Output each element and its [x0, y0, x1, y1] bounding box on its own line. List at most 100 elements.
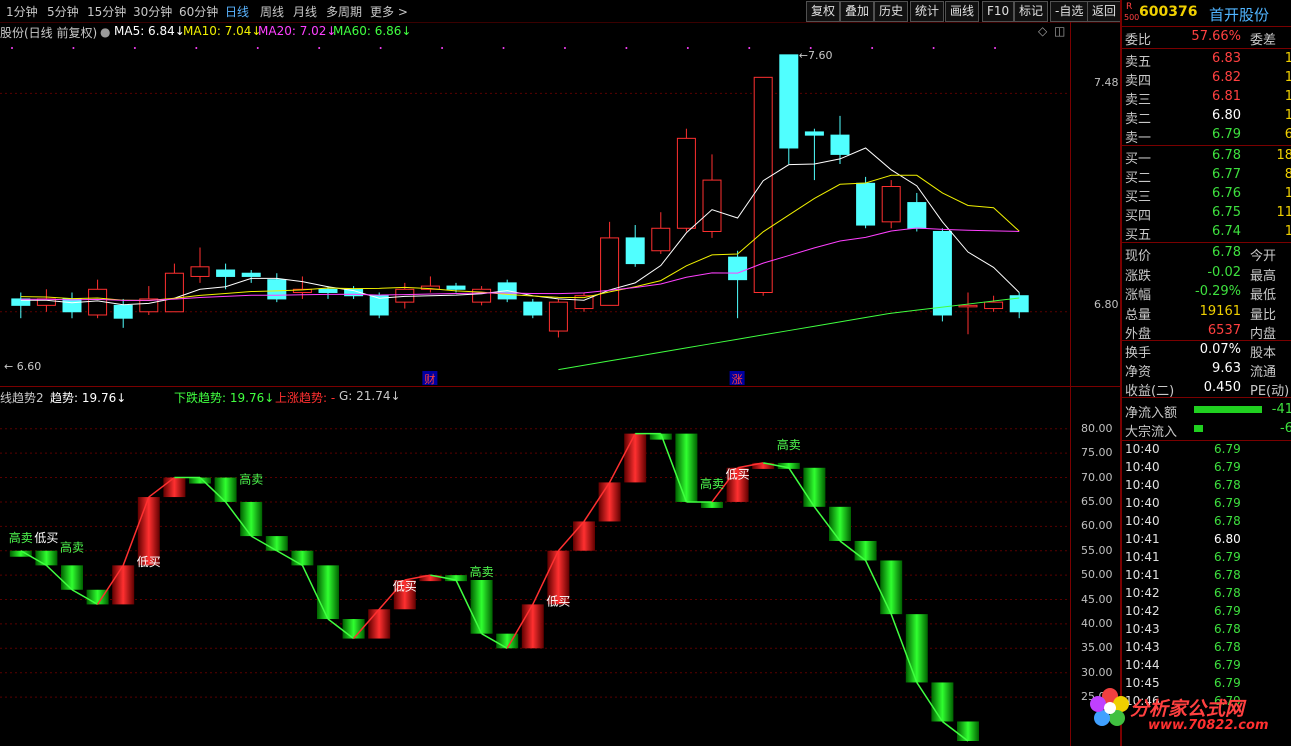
stat2-row[interactable]: 换手 0.07% 股本 — [1122, 341, 1291, 361]
bid-row[interactable]: 买二 6.77 8 — [1122, 166, 1291, 186]
trend-indicator-chart[interactable]: 高卖高卖高卖高卖高卖高卖低买低买低买低买低买 — [0, 405, 1070, 746]
bid-row[interactable]: 买一 6.78 18 — [1122, 147, 1291, 167]
candle[interactable] — [216, 263, 236, 290]
bid-row[interactable]: 买五 6.74 1 — [1122, 223, 1291, 243]
flow-bar — [1194, 425, 1203, 432]
candle[interactable] — [1009, 292, 1029, 319]
candle[interactable] — [702, 154, 722, 238]
candle[interactable] — [728, 250, 748, 319]
badge-bottom: 500 — [1124, 13, 1140, 22]
candle[interactable] — [190, 247, 210, 283]
candlestick-chart[interactable]: ←7.60 ← 6.60 财 涨 — [0, 40, 1070, 386]
sell-signal-label: 高卖 — [9, 530, 33, 545]
stock-name: 首开股份 — [1209, 6, 1270, 24]
period-1min[interactable]: 1分钟 — [6, 3, 38, 20]
candle[interactable] — [267, 273, 287, 303]
overlay-button[interactable]: 叠加 — [840, 1, 875, 22]
stat2-row[interactable]: 净资 9.63 流通 — [1122, 360, 1291, 380]
trend-bar — [829, 506, 851, 541]
window-icon[interactable]: ◫ — [1054, 24, 1065, 38]
bid-row[interactable]: 买四 6.75 11 — [1122, 204, 1291, 224]
period-multi[interactable]: 多周期 — [326, 3, 362, 20]
ask-row[interactable]: 卖二 6.80 1 — [1122, 107, 1291, 127]
period-monthly[interactable]: 月线 — [293, 3, 317, 20]
candle[interactable] — [420, 276, 440, 293]
ask-row[interactable]: 卖三 6.81 1 — [1122, 88, 1291, 108]
stat-row[interactable]: 涨幅 -0.29% 最低 — [1122, 283, 1291, 303]
trade-time: 10:40 — [1125, 460, 1160, 474]
candle[interactable] — [625, 225, 645, 267]
stats-button[interactable]: 统计 — [910, 1, 945, 22]
period-15min[interactable]: 15分钟 — [87, 3, 126, 20]
quote-panel: R 500 600376 首开股份 委比 57.66% 委差 卖五 6.83 1 卖四… — [1120, 0, 1291, 746]
bid-row-value: 6.78 — [1212, 148, 1241, 163]
candle[interactable] — [830, 115, 850, 165]
trade-price: 6.79 — [1214, 550, 1241, 564]
mark-button[interactable]: 标记 — [1014, 1, 1049, 22]
trade-time: 10:42 — [1125, 586, 1160, 600]
back-button[interactable]: 返回 — [1087, 1, 1122, 22]
settings-icon[interactable]: ● — [100, 25, 110, 39]
trade-price: 6.78 — [1214, 514, 1241, 528]
candle[interactable] — [292, 276, 312, 299]
candle[interactable] — [164, 263, 184, 313]
period-daily[interactable]: 日线 — [225, 3, 249, 20]
f10-button[interactable]: F10 — [982, 1, 1015, 22]
candle[interactable] — [548, 298, 568, 338]
signal-dot — [318, 47, 321, 49]
stat-row[interactable]: 涨跌 -0.02 最高 — [1122, 264, 1291, 284]
trade-price: 6.79 — [1214, 604, 1241, 618]
bid-row[interactable]: 买三 6.76 1 — [1122, 185, 1291, 205]
stat-row[interactable]: 现价 6.78 今开 — [1122, 244, 1291, 264]
stat-row[interactable]: 外盘 6537 内盘 — [1122, 322, 1291, 342]
period-more[interactable]: 更多 > — [370, 3, 408, 20]
candle[interactable] — [472, 286, 492, 306]
trend-bar — [803, 467, 826, 507]
adjust-button[interactable]: 复权 — [806, 1, 841, 22]
candle[interactable] — [779, 54, 799, 165]
candle[interactable] — [574, 292, 594, 312]
ask-row[interactable]: 卖四 6.82 1 — [1122, 69, 1291, 89]
ask-row-label: 卖五 — [1125, 55, 1152, 70]
period-5min[interactable]: 5分钟 — [47, 3, 79, 20]
stat2-row[interactable]: 收益(二) 0.450 PE(动) — [1122, 379, 1291, 399]
candle[interactable] — [62, 292, 82, 319]
bid-row-label: 买二 — [1125, 171, 1152, 186]
candle[interactable] — [984, 295, 1004, 312]
candle[interactable] — [804, 128, 824, 181]
bid-row-label: 买四 — [1125, 209, 1152, 224]
finance-marker[interactable]: 财 — [422, 371, 438, 386]
ask-row-value: 6.83 — [1212, 51, 1241, 66]
trade-time: 10:42 — [1125, 604, 1160, 618]
sell-signal-label: 高卖 — [777, 437, 801, 452]
trade-price: 6.78 — [1214, 622, 1241, 636]
diamond-icon[interactable]: ◇ — [1038, 24, 1047, 38]
wei-bi-value: 57.66% — [1191, 29, 1241, 44]
trend-bar — [957, 721, 979, 741]
remove-watchlist-button[interactable]: -自选 — [1050, 1, 1089, 22]
candle[interactable] — [651, 212, 671, 254]
candle[interactable] — [881, 180, 901, 229]
period-30min[interactable]: 30分钟 — [133, 3, 172, 20]
candle[interactable] — [523, 298, 543, 319]
history-button[interactable]: 历史 — [874, 1, 909, 22]
candle[interactable] — [907, 192, 927, 232]
rise-marker[interactable]: 涨 — [729, 371, 745, 386]
stat-row-value: 19161 — [1199, 303, 1241, 319]
period-60min[interactable]: 60分钟 — [179, 3, 218, 20]
flow-label: 大宗流入 — [1125, 425, 1178, 440]
badge-top: R — [1126, 2, 1133, 12]
ask-row[interactable]: 卖五 6.83 1 — [1122, 50, 1291, 70]
draw-button[interactable]: 画线 — [945, 1, 980, 22]
trend-bar — [905, 614, 928, 683]
signal-dot — [748, 47, 751, 49]
signal-dot — [563, 47, 566, 49]
stat2-row-label: 净资 — [1125, 365, 1152, 380]
candle[interactable] — [676, 128, 696, 232]
candle[interactable] — [958, 292, 978, 335]
period-weekly[interactable]: 周线 — [260, 3, 284, 20]
ask-row[interactable]: 卖一 6.79 6 — [1122, 126, 1291, 146]
stat-row[interactable]: 总量 19161 量比 — [1122, 303, 1291, 323]
candle[interactable] — [856, 176, 876, 229]
buy-signal-label: 低买 — [726, 467, 750, 481]
